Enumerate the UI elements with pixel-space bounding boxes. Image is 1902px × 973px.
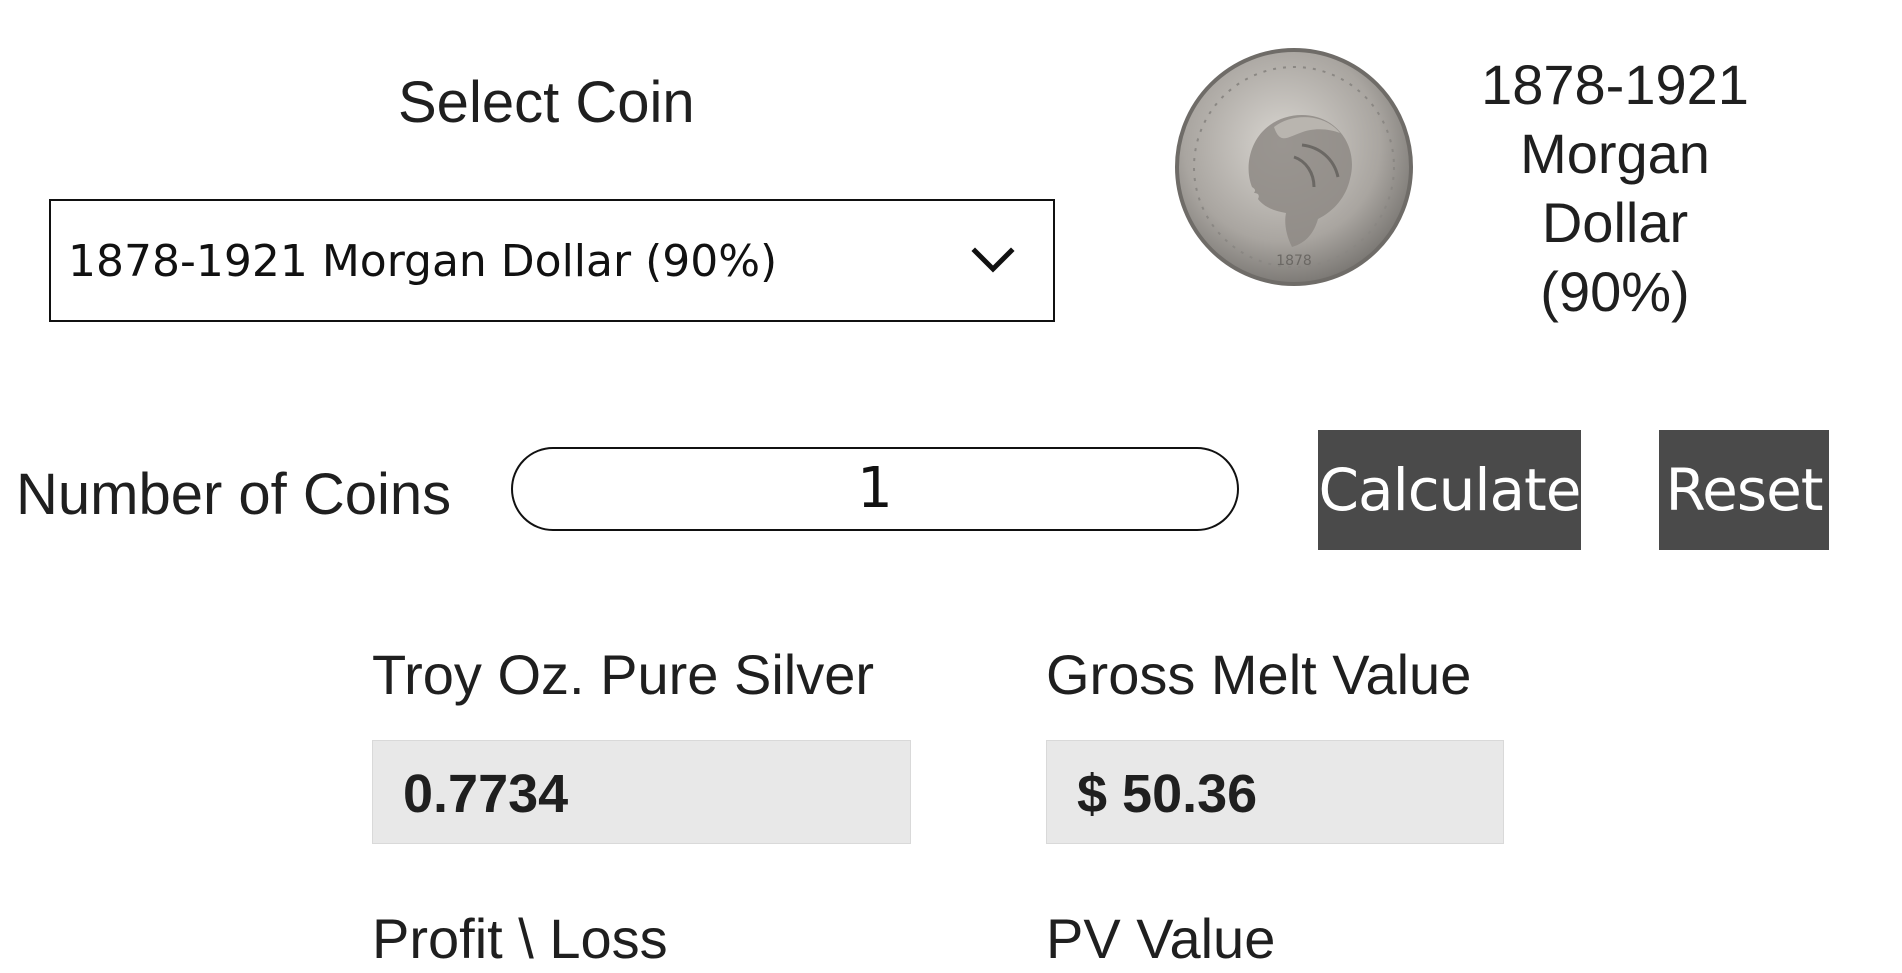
- svg-text:1878: 1878: [1276, 253, 1312, 269]
- reset-button[interactable]: Reset: [1659, 430, 1829, 550]
- coin-select-value: 1878-1921 Morgan Dollar (90%): [68, 236, 778, 287]
- coin-name-line: Morgan: [1520, 122, 1710, 185]
- coin-name-line: (90%): [1540, 260, 1690, 323]
- gross-melt-output: $ 50.36: [1046, 740, 1504, 844]
- troy-oz-label: Troy Oz. Pure Silver: [372, 643, 875, 706]
- coin-select-dropdown[interactable]: 1878-1921 Morgan Dollar (90%): [49, 199, 1055, 322]
- coin-image: 1878: [1175, 48, 1413, 286]
- coin-name-line: 1878-1921: [1481, 53, 1749, 116]
- gross-melt-label: Gross Melt Value: [1046, 643, 1472, 706]
- gross-melt-value: $ 50.36: [1077, 764, 1258, 824]
- number-of-coins-input[interactable]: 1: [511, 447, 1239, 531]
- calculate-button[interactable]: Calculate: [1318, 430, 1581, 550]
- pv-value-label: PV Value: [1046, 907, 1276, 970]
- select-coin-heading: Select Coin: [398, 70, 695, 135]
- troy-oz-value: 0.7734: [403, 764, 569, 824]
- coin-name: 1878-1921 Morgan Dollar (90%): [1460, 50, 1770, 326]
- chevron-down-icon[interactable]: [971, 247, 1015, 275]
- coin-name-line: Dollar: [1541, 191, 1689, 254]
- troy-oz-output: 0.7734: [372, 740, 911, 844]
- number-of-coins-label: Number of Coins: [16, 462, 452, 527]
- profit-loss-label: Profit \ Loss: [372, 907, 668, 970]
